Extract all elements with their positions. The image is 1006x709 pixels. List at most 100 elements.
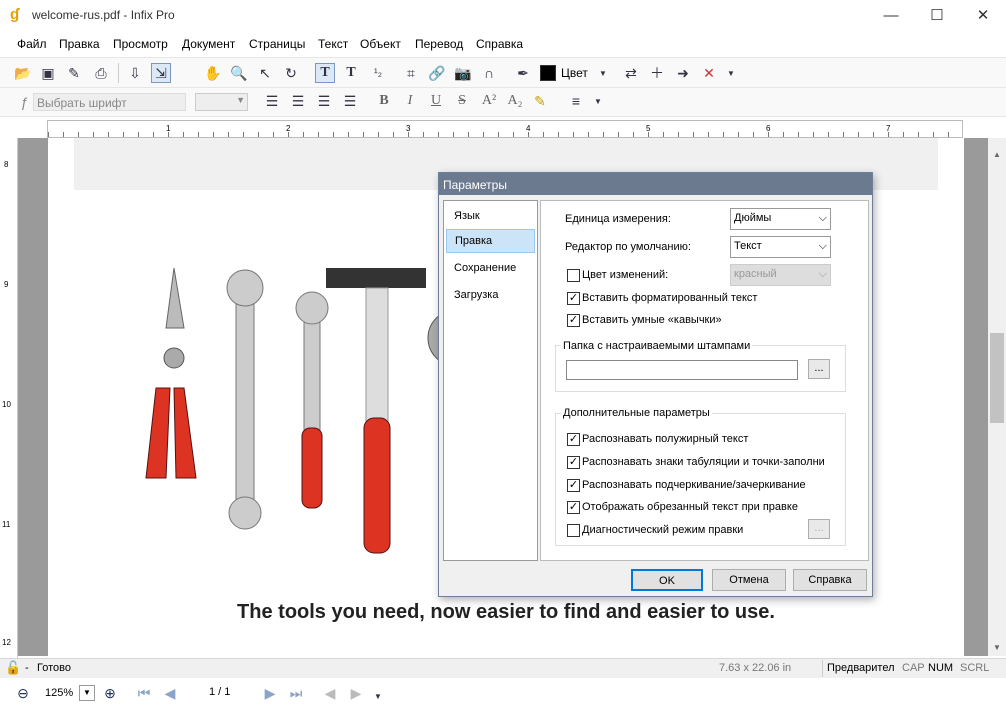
- stamps-path-input[interactable]: [566, 360, 798, 380]
- align-center-icon[interactable]: ☰: [288, 91, 308, 111]
- save-icon[interactable]: ▣: [38, 63, 58, 83]
- color-label[interactable]: Цвет: [561, 66, 588, 80]
- pliers-icon: [145, 268, 197, 479]
- underline-icon[interactable]: U: [426, 91, 446, 111]
- fit-page-icon[interactable]: ⇲: [151, 63, 171, 83]
- hand-icon[interactable]: ✋: [203, 63, 223, 83]
- menu-file[interactable]: Файл: [17, 37, 47, 51]
- nav-save[interactable]: Сохранение: [446, 257, 535, 281]
- menu-view[interactable]: Просмотр: [113, 37, 168, 51]
- crop-icon[interactable]: ⌗: [401, 63, 421, 83]
- eyedropper-icon[interactable]: ✒: [513, 63, 533, 83]
- mode-indicator: Предварител: [827, 662, 895, 674]
- menu-pages[interactable]: Страницы: [249, 37, 305, 51]
- close-button[interactable]: ✕: [960, 0, 1006, 30]
- back-icon[interactable]: ◀: [320, 683, 340, 703]
- ruler-mark: 11: [2, 520, 11, 529]
- chevron-down-icon: ⌵: [818, 240, 827, 252]
- browse-button[interactable]: ...: [808, 359, 830, 379]
- cursor-coords: 7.63 x 22.06 in: [719, 662, 792, 674]
- ruler-ticks: [48, 132, 962, 137]
- recognize-tabs-checkbox[interactable]: ✓: [567, 456, 580, 469]
- prev-page-icon[interactable]: ◀: [160, 683, 180, 703]
- color-changes-select[interactable]: красный ⌵: [730, 264, 831, 286]
- last-page-icon[interactable]: ⏭: [286, 683, 306, 703]
- maximize-button[interactable]: ☐: [914, 0, 960, 30]
- recognize-underline-checkbox[interactable]: ✓: [567, 479, 580, 492]
- color-changes-checkbox[interactable]: [567, 269, 580, 282]
- save-as-icon[interactable]: ✎: [64, 63, 84, 83]
- select-arrow-icon[interactable]: ↖: [255, 63, 275, 83]
- ok-button[interactable]: OK: [631, 569, 703, 591]
- chevron-down-icon[interactable]: ▼: [588, 91, 608, 111]
- subscript-icon[interactable]: A₂: [505, 91, 525, 111]
- zoom-in-icon[interactable]: ⊕: [100, 683, 120, 703]
- chevron-down-icon[interactable]: ▼: [721, 63, 741, 83]
- first-page-icon[interactable]: ⏮: [134, 683, 154, 703]
- minimize-button[interactable]: —: [868, 0, 914, 30]
- paste-formatted-checkbox[interactable]: ✓: [567, 292, 580, 305]
- strikethrough-icon[interactable]: S: [452, 91, 472, 111]
- vertical-scrollbar[interactable]: ▲ ▼: [988, 138, 1006, 656]
- next-page-icon[interactable]: ▶: [260, 683, 280, 703]
- justify-icon[interactable]: ☰: [340, 91, 360, 111]
- print-icon[interactable]: ⎙: [91, 63, 111, 83]
- camera-icon[interactable]: 📷: [453, 63, 473, 83]
- text-tool-icon[interactable]: T: [315, 63, 335, 83]
- scroll-thumb[interactable]: [990, 333, 1004, 423]
- recognize-underline-label: Распознавать подчеркивание/зачеркивание: [582, 479, 806, 491]
- align-left-icon[interactable]: ☰: [262, 91, 282, 111]
- nav-language[interactable]: Язык: [446, 205, 535, 229]
- menu-translate[interactable]: Перевод: [415, 37, 463, 51]
- font-select[interactable]: Выбрать шрифт: [33, 93, 186, 111]
- highlight-icon[interactable]: ✎: [530, 91, 550, 111]
- delete-page-icon[interactable]: ✕: [699, 63, 719, 83]
- superscript-icon[interactable]: A²: [479, 91, 499, 111]
- zoom-value[interactable]: 125%: [45, 687, 73, 699]
- chevron-down-icon[interactable]: ▼: [368, 686, 388, 706]
- font-size-select[interactable]: ▼: [195, 93, 248, 111]
- line-spacing-icon[interactable]: ≡: [566, 91, 586, 111]
- menu-text[interactable]: Текст: [318, 37, 348, 51]
- diagnostic-browse-button[interactable]: ...: [808, 519, 830, 539]
- menu-document[interactable]: Документ: [182, 37, 235, 51]
- scroll-down-icon[interactable]: ▼: [993, 643, 1001, 652]
- zoom-out-icon[interactable]: ⊖: [13, 683, 33, 703]
- magnet-icon[interactable]: ∩: [479, 63, 499, 83]
- insert-page-icon[interactable]: ＋: [647, 63, 667, 83]
- nav-load[interactable]: Загрузка: [446, 284, 535, 308]
- units-select[interactable]: Дюймы ⌵: [730, 208, 831, 230]
- rotate-icon[interactable]: ↻: [281, 63, 301, 83]
- menu-help[interactable]: Справка: [476, 37, 523, 51]
- extract-page-icon[interactable]: ⇩: [125, 63, 145, 83]
- menu-edit[interactable]: Правка: [59, 37, 100, 51]
- text-frame-icon[interactable]: T: [341, 63, 361, 83]
- numbering-icon[interactable]: ¹₂: [368, 63, 388, 83]
- zoom-icon[interactable]: 🔍: [229, 63, 249, 83]
- chevron-down-icon[interactable]: ▼: [79, 685, 95, 701]
- extract-pages-icon[interactable]: ➜: [673, 63, 693, 83]
- recognize-bold-checkbox[interactable]: ✓: [567, 433, 580, 446]
- editor-select[interactable]: Текст ⌵: [730, 236, 831, 258]
- link-icon[interactable]: 🔗: [427, 63, 447, 83]
- bold-icon[interactable]: B: [374, 91, 394, 111]
- diagnostic-mode-checkbox[interactable]: [567, 524, 580, 537]
- scroll-up-icon[interactable]: ▲: [993, 150, 1001, 159]
- show-clipped-checkbox[interactable]: ✓: [567, 501, 580, 514]
- color-swatch-icon[interactable]: [540, 65, 556, 81]
- align-right-icon[interactable]: ☰: [314, 91, 334, 111]
- units-value: Дюймы: [734, 212, 772, 224]
- nav-edit[interactable]: Правка: [446, 229, 535, 253]
- chevron-down-icon[interactable]: ▼: [593, 63, 613, 83]
- replace-page-icon[interactable]: ⇄: [621, 63, 641, 83]
- page-indicator[interactable]: 1 / 1: [209, 686, 230, 698]
- open-icon[interactable]: 📂: [13, 63, 33, 83]
- help-button[interactable]: Справка: [793, 569, 867, 591]
- diagnostic-mode-label: Диагностический режим правки: [582, 524, 744, 536]
- menu-object[interactable]: Объект: [360, 37, 401, 51]
- smart-quotes-checkbox[interactable]: ✓: [567, 314, 580, 327]
- forward-icon[interactable]: ▶: [346, 683, 366, 703]
- adjustable-wrench-icon: [295, 291, 329, 509]
- italic-icon[interactable]: I: [400, 91, 420, 111]
- cancel-button[interactable]: Отмена: [712, 569, 786, 591]
